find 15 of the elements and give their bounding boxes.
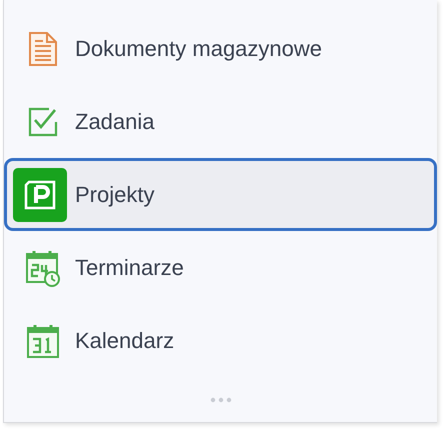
more-icon[interactable] [210, 397, 232, 403]
menu-item-label: Zadania [75, 108, 155, 134]
project-icon [13, 168, 67, 222]
menu-item[interactable]: Dokumenty magazynowe [4, 12, 437, 85]
menu-item[interactable]: Zadania [4, 85, 437, 158]
menu-item-label: Dokumenty magazynowe [75, 36, 322, 62]
menu-item[interactable]: Terminarze [4, 231, 437, 304]
checkbox-icon [27, 106, 59, 138]
menu-item[interactable]: Projekty [4, 158, 437, 231]
menu-item-label: Kalendarz [75, 328, 174, 354]
menu-item[interactable]: Kalendarz [4, 304, 437, 377]
menu-item-label: Projekty [75, 182, 154, 208]
calendar-icon [26, 322, 60, 358]
menu-item-label: Terminarze [75, 254, 184, 280]
document-icon [28, 30, 58, 66]
